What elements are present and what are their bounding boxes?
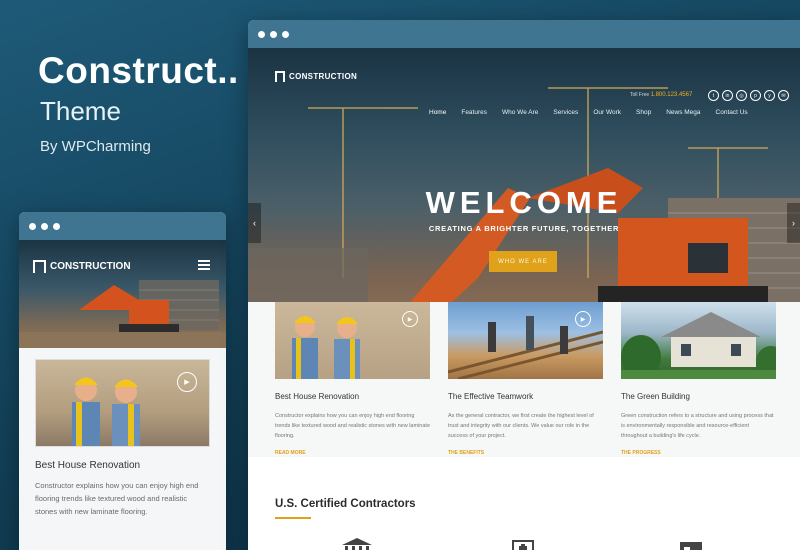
logo-icon — [275, 71, 285, 82]
feature-card-text: Constructor explains how you can enjoy h… — [275, 413, 430, 439]
window-dot — [270, 30, 277, 38]
mobile-preview-window: CONSTRUCTION ▶ Best House Renovation Con… — [19, 212, 226, 550]
feature-card-text: Green construction refers to a structure… — [621, 413, 774, 439]
nav-services[interactable]: Services — [553, 109, 578, 116]
instagram-icon[interactable]: ◎ — [736, 90, 747, 101]
nav-contact-us[interactable]: Contact Us — [716, 109, 748, 116]
desktop-brand[interactable]: CONSTRUCTION — [275, 71, 357, 82]
email-icon[interactable]: ✉ — [778, 90, 789, 101]
nav-news-mega[interactable]: News Mega — [666, 109, 700, 116]
main-navigation: Home Features Who We Are Services Our Wo… — [429, 109, 748, 116]
promo-subtitle: Theme — [40, 96, 121, 126]
feature-card-image[interactable] — [621, 302, 776, 379]
window-dot — [258, 30, 265, 38]
feature-card: The Green Building Green construction re… — [621, 302, 776, 456]
feature-card: ▶ Best House Renovation Constructor expl… — [275, 302, 430, 456]
feature-card-image[interactable]: ▶ — [448, 302, 603, 379]
yelp-icon[interactable]: y — [764, 90, 775, 101]
brand-name: CONSTRUCTION — [50, 261, 131, 272]
nav-features[interactable]: Features — [461, 109, 487, 116]
feature-card-link[interactable]: THE PROGRESS — [621, 450, 776, 456]
window-dot — [282, 30, 289, 38]
slider-prev-arrow-icon[interactable]: ‹ — [248, 203, 261, 243]
promo-byline: By WPCharming — [40, 138, 151, 155]
slider-next-arrow-icon[interactable]: › — [787, 203, 800, 243]
feature-card-link[interactable]: READ MORE — [275, 450, 430, 456]
feature-card: ▶ The Effective Teamwork As the general … — [448, 302, 603, 456]
hero-title: WELCOME — [425, 185, 623, 220]
nav-home[interactable]: Home — [429, 109, 446, 116]
hero-cta-button[interactable]: WHO WE ARE — [489, 251, 557, 272]
mobile-hero-scene — [19, 280, 226, 348]
play-video-icon[interactable]: ▶ — [177, 372, 197, 392]
twitter-icon[interactable]: t — [708, 90, 719, 101]
hero-tagline: CREATING A BRIGHTER FUTURE, TOGETHER — [428, 224, 620, 233]
hero-section: CONSTRUCTION Toll Free 1.800.123.4567 t … — [248, 48, 800, 336]
nav-shop[interactable]: Shop — [636, 109, 651, 116]
factory-building-icon — [680, 542, 702, 550]
social-links: t in ◎ p y ✉ — [708, 90, 789, 101]
play-video-icon[interactable]: ▶ — [575, 311, 591, 327]
window-titlebar — [248, 20, 800, 48]
feature-card-link[interactable]: THE BENEFITS — [448, 450, 603, 456]
brand-name: CONSTRUCTION — [289, 72, 358, 81]
nav-who-we-are[interactable]: Who We Are — [502, 109, 538, 116]
desktop-preview-window: CONSTRUCTION Toll Free 1.800.123.4567 t … — [248, 20, 800, 550]
mobile-body: ▶ Best House Renovation Constructor expl… — [19, 348, 226, 550]
linkedin-icon[interactable]: in — [722, 90, 733, 101]
toll-free-phone[interactable]: Toll Free 1.800.123.4567 — [630, 92, 692, 98]
feature-card-title: Best House Renovation — [275, 392, 360, 401]
window-dot — [41, 222, 48, 230]
window-titlebar — [19, 212, 226, 240]
phone-label: Toll Free — [630, 92, 650, 98]
pinterest-icon[interactable]: p — [750, 90, 761, 101]
play-video-icon[interactable]: ▶ — [402, 311, 418, 327]
window-dot — [53, 222, 60, 230]
hamburger-menu-icon[interactable] — [198, 260, 210, 272]
mobile-card-title: Best House Renovation — [35, 460, 141, 471]
feature-cards: ▶ Best House Renovation Constructor expl… — [248, 302, 800, 457]
house-illustration — [621, 312, 776, 379]
logo-icon — [33, 260, 46, 273]
feature-card-text: As the general contractor, we first crea… — [448, 413, 594, 439]
mobile-hero: CONSTRUCTION — [19, 240, 226, 348]
section-underline — [275, 517, 311, 519]
feature-card-title: The Green Building — [621, 392, 690, 401]
hospital-building-icon — [512, 540, 534, 550]
bank-building-icon — [342, 538, 372, 550]
certified-section: U.S. Certified Contractors — [248, 457, 800, 550]
window-dot — [29, 222, 36, 230]
phone-number: 1.800.123.4567 — [650, 92, 693, 98]
mobile-card-text: Constructor explains how you can enjoy h… — [35, 481, 199, 516]
certified-title: U.S. Certified Contractors — [275, 498, 416, 510]
feature-card-title: The Effective Teamwork — [448, 392, 534, 401]
mobile-card-image[interactable]: ▶ — [35, 359, 210, 447]
feature-card-image[interactable]: ▶ — [275, 302, 430, 379]
nav-our-work[interactable]: Our Work — [593, 109, 621, 116]
promo-title: Construct.. — [38, 50, 239, 91]
mobile-brand[interactable]: CONSTRUCTION — [33, 260, 131, 273]
